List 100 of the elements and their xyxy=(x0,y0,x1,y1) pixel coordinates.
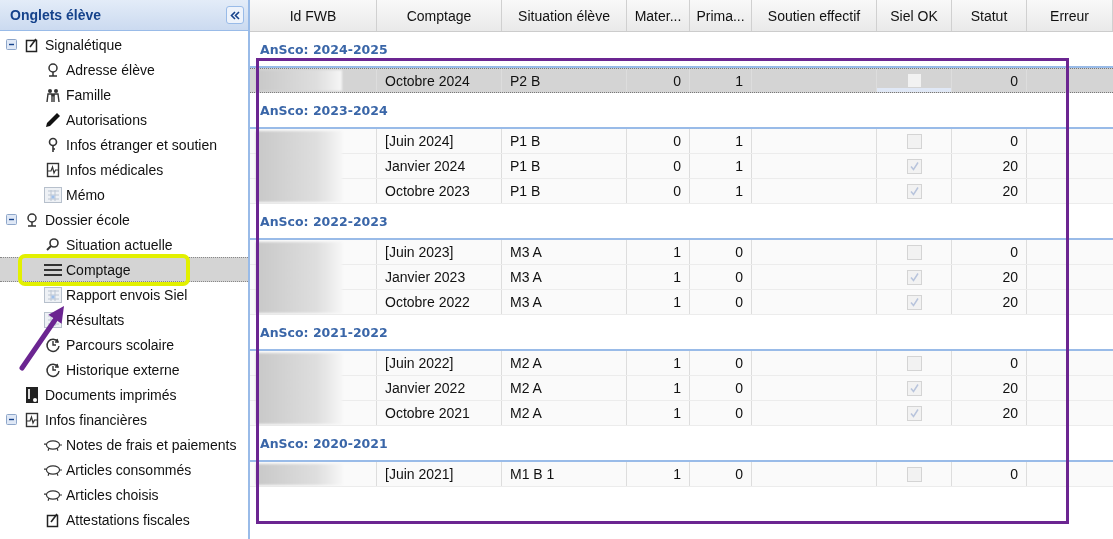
table-cell: 0 xyxy=(690,351,752,375)
table-cell: 20 xyxy=(952,401,1027,425)
table-row[interactable]: Octobre 2024 P2 B 0 1 0 xyxy=(250,68,1113,93)
table-cell: [Juin 2022] xyxy=(377,351,502,375)
table-row[interactable]: Octobre 2021 M2 A 1 0 20 xyxy=(250,401,1113,426)
table-cell: 0 xyxy=(690,401,752,425)
column-header[interactable]: Prima... xyxy=(690,0,752,31)
table-cell: 0 xyxy=(627,154,690,178)
tree-label: Infos étranger et soutien xyxy=(66,136,217,153)
checkbox[interactable] xyxy=(906,269,922,285)
tree-item[interactable]: Historique externe xyxy=(0,357,248,382)
column-header[interactable]: Siel OK xyxy=(877,0,952,31)
tree-item[interactable]: Famille xyxy=(0,82,248,107)
table-cell: Janvier 2023 xyxy=(377,265,502,289)
table-cell: Octobre 2023 xyxy=(377,179,502,203)
column-header[interactable]: Situation élève xyxy=(502,0,627,31)
checkbox[interactable] xyxy=(906,183,922,199)
tree-item[interactable]: Rapport envois Siel xyxy=(0,282,248,307)
tree-label: Résultats xyxy=(66,311,125,328)
checkbox-form-icon xyxy=(24,36,40,53)
pin-icon xyxy=(24,211,40,228)
table-row[interactable]: Octobre 2022 M3 A 1 0 20 xyxy=(250,290,1113,315)
tree-label: Infos médicales xyxy=(66,161,164,178)
checkbox[interactable] xyxy=(906,158,922,174)
table-cell: 0 xyxy=(627,129,690,153)
table-cell: 1 xyxy=(627,376,690,400)
column-header[interactable]: Id FWB xyxy=(250,0,377,31)
checkbox[interactable] xyxy=(906,355,922,371)
collapse-icon[interactable] xyxy=(6,39,17,50)
tree-item[interactable]: Infos financières xyxy=(0,407,248,432)
collapse-icon[interactable] xyxy=(6,414,17,425)
tree-item[interactable]: Comptage xyxy=(0,257,248,282)
tree-item[interactable]: Parcours scolaire xyxy=(0,332,248,357)
tree-item[interactable]: Infos étranger et soutien xyxy=(0,132,248,157)
table-row[interactable]: [Juin 2021] M1 B 1 1 0 0 xyxy=(250,462,1113,487)
tree-item[interactable]: Attestations fiscales xyxy=(0,507,248,532)
tree-item[interactable]: Situation actuelle xyxy=(0,232,248,257)
table-cell: 0 xyxy=(690,290,752,314)
piggy-bank-icon xyxy=(44,462,62,477)
table-cell: 1 xyxy=(627,462,690,486)
tree-item[interactable]: Dossier école xyxy=(0,207,248,232)
tree-label: Dossier école xyxy=(45,211,130,228)
tree-label: Comptage xyxy=(66,261,131,278)
table-cell: 1 xyxy=(690,69,752,92)
table-cell: 0 xyxy=(690,265,752,289)
table-cell: 20 xyxy=(952,179,1027,203)
table-row[interactable]: Octobre 2023 P1 B 0 1 20 xyxy=(250,179,1113,204)
table-cell: M2 A xyxy=(502,401,627,425)
table-cell: 1 xyxy=(627,265,690,289)
column-header[interactable]: Mater... xyxy=(627,0,690,31)
tree-item[interactable]: Signalétique xyxy=(0,32,248,57)
column-header[interactable]: Soutien effectif xyxy=(752,0,877,31)
tree-label: Parcours scolaire xyxy=(66,336,175,353)
collapse-icon[interactable] xyxy=(6,214,17,225)
medical-chart-icon xyxy=(24,411,40,428)
checkbox[interactable] xyxy=(906,73,922,88)
clock-icon xyxy=(45,336,61,353)
document-icon xyxy=(25,385,39,404)
tree-item[interactable]: Infos médicales xyxy=(0,157,248,182)
tree-label: Articles choisis xyxy=(66,486,159,503)
table-cell: [Juin 2021] xyxy=(377,462,502,486)
table-cell: P1 B xyxy=(502,154,627,178)
tree-item[interactable]: Documents imprimés xyxy=(0,382,248,407)
table-cell: Octobre 2021 xyxy=(377,401,502,425)
tree-item[interactable]: Autorisations xyxy=(0,107,248,132)
table-cell: 0 xyxy=(690,240,752,264)
column-header[interactable]: Comptage xyxy=(377,0,502,31)
checkbox[interactable] xyxy=(906,466,922,482)
table-row[interactable]: [Juin 2023] M3 A 1 0 0 xyxy=(250,240,1113,265)
checkbox[interactable] xyxy=(906,244,922,260)
table-row[interactable]: [Juin 2022] M2 A 1 0 0 xyxy=(250,351,1113,376)
column-header[interactable]: Erreur xyxy=(1027,0,1113,31)
tree-label: Mémo xyxy=(66,186,105,203)
table-cell: Octobre 2024 xyxy=(377,69,502,92)
table-cell: 20 xyxy=(952,265,1027,289)
table-cell: 20 xyxy=(952,154,1027,178)
tree-label: Signalétique xyxy=(45,36,123,53)
tree-label: Adresse élève xyxy=(66,61,155,78)
checkbox[interactable] xyxy=(906,380,922,396)
tree-item[interactable]: Adresse élève xyxy=(0,57,248,82)
checkbox[interactable] xyxy=(906,405,922,421)
table-cell: 1 xyxy=(627,290,690,314)
tree-item[interactable]: Notes de frais et paiements xyxy=(0,432,248,457)
menu-icon xyxy=(44,262,62,277)
table-cell: Octobre 2022 xyxy=(377,290,502,314)
table-row[interactable]: [Juin 2024] P1 B 0 1 0 xyxy=(250,129,1113,154)
table-cell: 0 xyxy=(690,376,752,400)
table-cell: 20 xyxy=(952,376,1027,400)
checkbox[interactable] xyxy=(906,294,922,310)
tree-label: Historique externe xyxy=(66,361,180,378)
tree-item[interactable]: Articles choisis xyxy=(0,482,248,507)
tree-label: Famille xyxy=(66,86,112,103)
column-header[interactable]: Statut xyxy=(952,0,1027,31)
tree-item[interactable]: Articles consommés xyxy=(0,457,248,482)
search-icon xyxy=(45,236,61,253)
table-cell: 0 xyxy=(952,240,1027,264)
tree-item[interactable]: Mémo xyxy=(0,182,248,207)
collapse-button[interactable] xyxy=(226,6,244,24)
checkbox[interactable] xyxy=(906,133,922,149)
table-cell: M1 B 1 xyxy=(502,462,627,486)
